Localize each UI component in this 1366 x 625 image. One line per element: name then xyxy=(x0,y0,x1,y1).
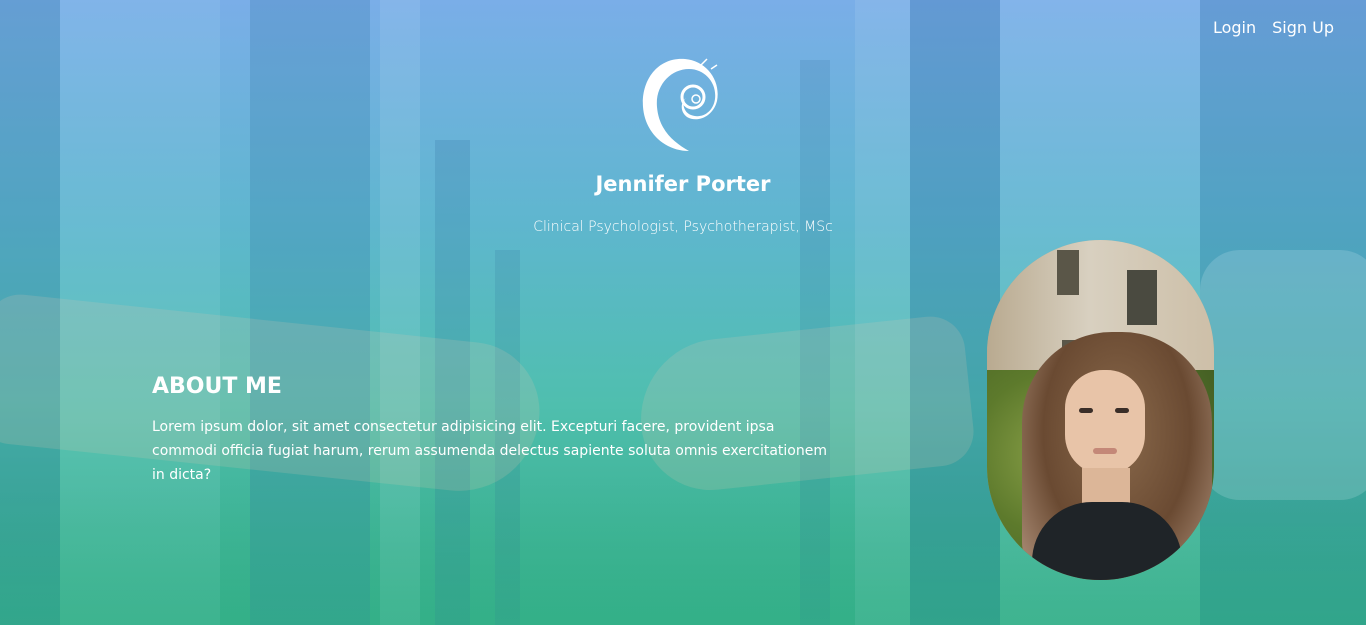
about-heading: ABOUT ME xyxy=(152,374,282,399)
profile-subtitle: Clinical Psychologist, Psychotherapist, … xyxy=(533,219,833,235)
about-section: ABOUT ME Lorem ipsum dolor, sit amet con… xyxy=(152,374,832,487)
sleeve-shape xyxy=(1200,250,1366,500)
signup-link[interactable]: Sign Up xyxy=(1272,18,1334,37)
profile-portrait xyxy=(987,240,1214,580)
portrait-window xyxy=(1127,270,1157,325)
page-title: Jennifer Porter xyxy=(595,172,771,196)
top-nav: Login Sign Up xyxy=(1213,18,1334,37)
portrait-eye xyxy=(1115,408,1129,413)
portrait-window xyxy=(1057,250,1079,295)
about-text: Lorem ipsum dolor, sit amet consectetur … xyxy=(152,419,827,483)
swirl-logo-icon xyxy=(637,55,723,155)
portrait-face xyxy=(1065,370,1145,475)
portrait-eye xyxy=(1079,408,1093,413)
login-link[interactable]: Login xyxy=(1213,18,1256,37)
portrait-lips xyxy=(1093,448,1117,454)
